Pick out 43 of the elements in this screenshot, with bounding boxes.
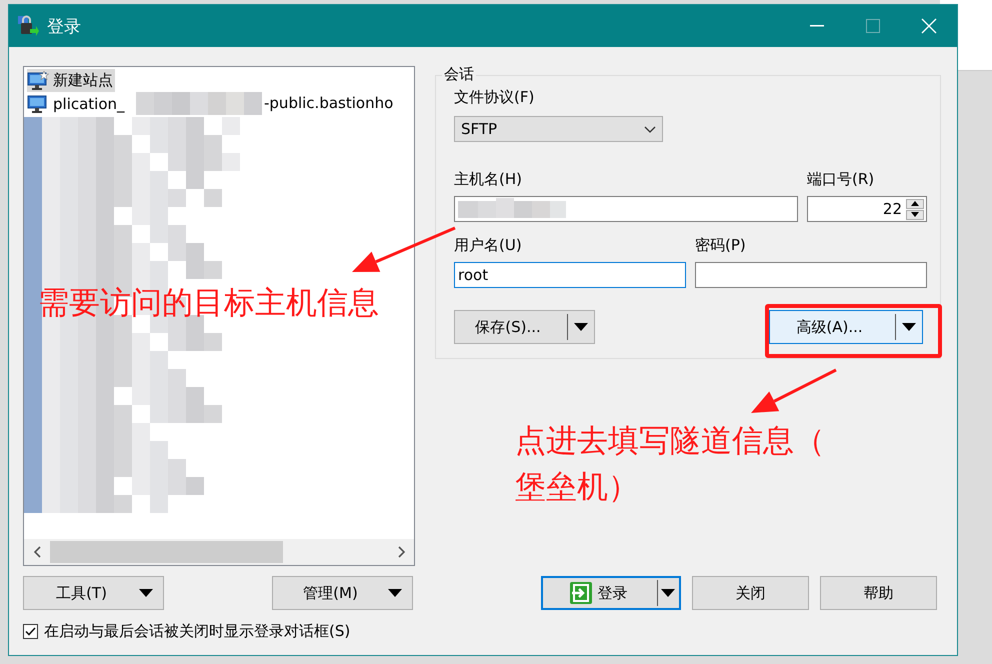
close-icon[interactable] xyxy=(921,18,937,34)
monitor-icon xyxy=(27,94,49,114)
annotation-text: 需要访问的目标主机信息 xyxy=(38,284,379,323)
monitor-star-icon xyxy=(27,70,49,90)
username-field[interactable]: root xyxy=(454,262,686,288)
site-item[interactable]: plication_ xyxy=(27,92,127,115)
login-button[interactable]: 登录 xyxy=(541,576,681,610)
spin-down-icon[interactable] xyxy=(906,210,924,220)
window-title: 登录 xyxy=(47,16,82,38)
padlock-computer-icon xyxy=(17,15,39,37)
caret-icon xyxy=(574,323,588,331)
password-field[interactable] xyxy=(695,262,927,288)
site-name-fragment: -public.bastionho xyxy=(264,93,394,114)
caret-icon xyxy=(388,589,402,597)
chevron-down-icon xyxy=(644,126,656,132)
field-label: 文件协议(F) xyxy=(454,88,536,108)
check-icon xyxy=(25,627,36,636)
field-label: 密码(P) xyxy=(695,236,747,256)
scroll-left-icon[interactable] xyxy=(34,546,40,558)
protocol-dropdown[interactable]: SFTP xyxy=(454,116,663,142)
field-label: 用户名(U) xyxy=(454,236,523,256)
scrollbar-thumb[interactable] xyxy=(50,541,283,563)
host-field[interactable] xyxy=(454,196,798,222)
help-button[interactable]: 帮助 xyxy=(820,576,937,610)
minimize-icon[interactable] xyxy=(810,25,824,27)
scroll-right-icon[interactable] xyxy=(398,546,404,558)
close-button[interactable]: 关闭 xyxy=(692,576,809,610)
spin-up-icon[interactable] xyxy=(906,198,924,208)
field-label: 主机名(H) xyxy=(454,170,523,190)
advanced-button[interactable]: 高级(A)... xyxy=(769,310,923,344)
caret-icon xyxy=(139,589,153,597)
group-title: 会话 xyxy=(442,65,476,84)
caret-icon xyxy=(661,589,675,597)
site-item[interactable]: 新建站点 xyxy=(27,69,115,92)
enter-icon xyxy=(570,582,592,604)
startup-checkbox[interactable]: 在启动与最后会话被关闭时显示登录对话框(S) xyxy=(23,622,943,641)
manage-button[interactable]: 管理(M) xyxy=(272,576,413,610)
save-button[interactable]: 保存(S)... xyxy=(454,310,595,344)
caret-icon xyxy=(902,323,916,331)
field-label: 端口号(R) xyxy=(807,170,876,190)
tools-button[interactable]: 工具(T) xyxy=(23,576,164,610)
annotation-text: 点进去填写隧道信息（ 堡垒机） xyxy=(515,422,825,507)
port-field[interactable]: 22 xyxy=(807,196,927,222)
